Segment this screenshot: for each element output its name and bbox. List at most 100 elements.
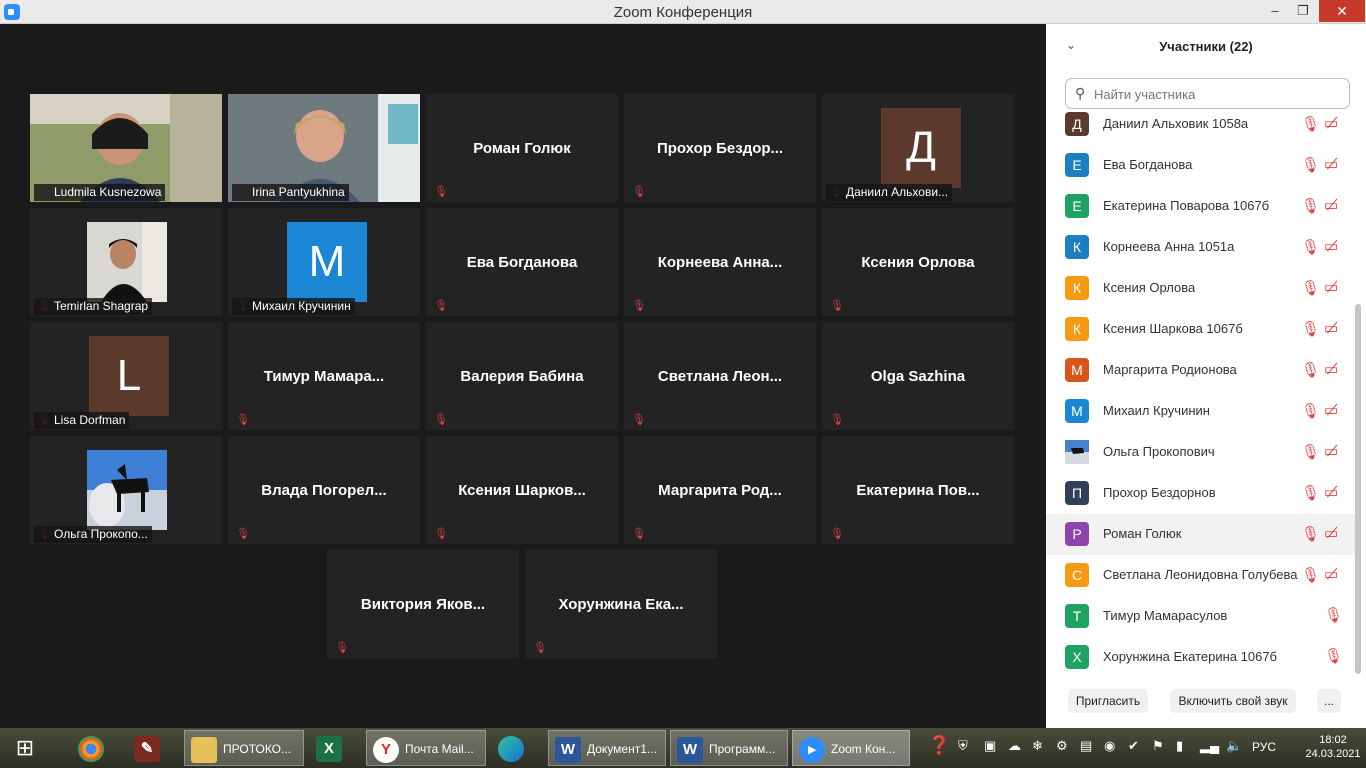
participant-name: Екатерина Поварова 1067б xyxy=(1103,198,1270,213)
video-tile[interactable]: Olga Sazhina 🎙 xyxy=(822,322,1014,430)
video-off-icon[interactable]: ▭̸ xyxy=(1324,196,1338,214)
vpn-icon[interactable]: ◉ xyxy=(1104,738,1115,754)
video-tile[interactable]: Тимур Мамара... 🎙 xyxy=(228,322,420,430)
volume-icon[interactable]: 🔈 xyxy=(1226,738,1242,754)
video-off-icon[interactable]: ▭̸ xyxy=(1324,319,1338,337)
video-off-icon[interactable]: ▭̸ xyxy=(1324,565,1338,583)
muted-mic-icon[interactable]: 🎙 xyxy=(1301,443,1320,461)
taskbar-item-label: Программ... xyxy=(709,742,776,756)
taskbar-item-zoom[interactable]: ▸ Zoom Кон... xyxy=(792,730,910,766)
video-off-icon[interactable]: ▭̸ xyxy=(1324,237,1338,255)
cloud-icon[interactable]: ☁ xyxy=(1008,738,1021,754)
muted-mic-icon[interactable]: 🎙 xyxy=(1301,566,1320,584)
participant-row[interactable]: Е Ева Богданова 🎙 ▭̸ xyxy=(1046,145,1356,186)
participant-row[interactable]: К Ксения Шаркова 1067б 🎙 ▭̸ xyxy=(1046,309,1356,350)
video-tile[interactable]: Ева Богданова 🎙 xyxy=(426,208,618,316)
edge-icon[interactable] xyxy=(492,730,542,766)
taskbar-clock[interactable]: 18:02 24.03.2021 xyxy=(1304,733,1362,761)
video-tile[interactable]: Ксения Орлова 🎙 xyxy=(822,208,1014,316)
close-button[interactable]: ✕ xyxy=(1319,0,1365,22)
zoom-tray-icon[interactable]: ▣ xyxy=(984,738,996,754)
muted-mic-icon[interactable]: 🎙 xyxy=(1301,484,1320,502)
video-off-icon[interactable]: ▭̸ xyxy=(1324,360,1338,378)
help-icon[interactable]: ❓ xyxy=(928,735,950,756)
taskbar-item-explorer[interactable]: ПРОТОКО... xyxy=(184,730,304,766)
muted-mic-icon[interactable]: 🎙 xyxy=(1301,115,1320,133)
minimize-button[interactable]: ‒ xyxy=(1262,0,1288,22)
video-tile[interactable]: 🎙 Irina Pantyukhina xyxy=(228,94,420,202)
participant-row[interactable]: К Ксения Орлова 🎙 ▭̸ xyxy=(1046,268,1356,309)
gear-icon[interactable]: ⚙ xyxy=(1056,738,1068,754)
video-off-icon[interactable]: ▭̸ xyxy=(1324,114,1338,132)
language-indicator[interactable]: РУС xyxy=(1252,740,1276,754)
check-icon[interactable]: ✔ xyxy=(1128,738,1139,754)
flag-icon[interactable]: ⚑ xyxy=(1152,738,1164,754)
muted-mic-icon[interactable]: 🎙 xyxy=(1301,197,1320,215)
participant-row[interactable]: М Михаил Кручинин 🎙 ▭̸ xyxy=(1046,391,1356,432)
video-tile[interactable]: Влада Погорел... 🎙 xyxy=(228,436,420,544)
video-tile[interactable]: L 🎙 Lisa Dorfman xyxy=(30,322,222,430)
video-tile[interactable]: M 🎙 Михаил Кручинин xyxy=(228,208,420,316)
muted-mic-icon[interactable]: 🎙 xyxy=(1324,606,1343,624)
video-tile[interactable]: Светлана Леон... 🎙 xyxy=(624,322,816,430)
unmute-button[interactable]: Включить свой звук xyxy=(1170,689,1296,713)
participant-row[interactable]: Т Тимур Мамарасулов 🎙 xyxy=(1046,596,1356,637)
muted-mic-icon[interactable]: 🎙 xyxy=(1301,525,1320,543)
video-off-icon[interactable]: ▭̸ xyxy=(1324,483,1338,501)
video-tile[interactable]: Валерия Бабина 🎙 xyxy=(426,322,618,430)
participant-row[interactable]: П Прохор Бездорнов 🎙 ▭̸ xyxy=(1046,473,1356,514)
muted-mic-icon[interactable]: 🎙 xyxy=(1301,238,1320,256)
video-tile[interactable]: Ксения Шарков... 🎙 xyxy=(426,436,618,544)
muted-mic-icon[interactable]: 🎙 xyxy=(1301,320,1320,338)
invite-button[interactable]: Пригласить xyxy=(1068,689,1148,713)
scrollbar[interactable] xyxy=(1355,304,1361,674)
shield-icon[interactable]: ⛨ xyxy=(958,738,968,754)
participant-row[interactable]: Е Екатерина Поварова 1067б 🎙 ▭̸ xyxy=(1046,186,1356,227)
video-off-icon[interactable]: ▭̸ xyxy=(1324,155,1338,173)
pen-app-icon[interactable]: ✎ xyxy=(128,730,174,766)
avatar: M xyxy=(287,222,367,302)
drive-icon[interactable]: ▤ xyxy=(1080,738,1092,754)
participant-row[interactable]: Ольга Прокопович 🎙 ▭̸ xyxy=(1046,432,1356,473)
participant-row[interactable]: Д Даниил Альховик 1058а 🎙 ▭̸ xyxy=(1046,110,1356,145)
muted-mic-icon[interactable]: 🎙 xyxy=(1301,156,1320,174)
video-tile[interactable]: Прохор Бездор... 🎙 xyxy=(624,94,816,202)
video-tile[interactable]: Корнеева Анна... 🎙 xyxy=(624,208,816,316)
muted-mic-icon[interactable]: 🎙 xyxy=(1301,279,1320,297)
taskbar-item-word-2[interactable]: W Программ... xyxy=(670,730,788,766)
taskbar-item-yandex[interactable]: Y Почта Mail... xyxy=(366,730,486,766)
muted-mic-icon[interactable]: 🎙 xyxy=(1324,647,1343,665)
video-off-icon[interactable]: ▭̸ xyxy=(1324,442,1338,460)
muted-mic-icon[interactable]: 🎙 xyxy=(1301,361,1320,379)
chrome-icon[interactable] xyxy=(72,730,118,766)
video-tile[interactable]: Маргарита Род... 🎙 xyxy=(624,436,816,544)
video-tile[interactable]: Ludmila Kusnezowa xyxy=(30,94,222,202)
more-button[interactable]: ... xyxy=(1317,689,1341,713)
muted-mic-icon[interactable]: 🎙 xyxy=(1301,402,1320,420)
video-tile[interactable]: Виктория Яков... 🎙 xyxy=(327,550,519,658)
battery-icon[interactable]: ▮ xyxy=(1176,738,1183,754)
video-tile[interactable]: Роман Голюк 🎙 xyxy=(426,94,618,202)
participant-row[interactable]: К Корнеева Анна 1051а 🎙 ▭̸ xyxy=(1046,227,1356,268)
participant-list: Д Даниил Альховик 1058а 🎙 ▭̸ Е Ева Богда… xyxy=(1046,110,1356,680)
taskbar: ⊞ ✎ ПРОТОКО... X Y Почта Mail... W Докумен… xyxy=(0,728,1366,768)
video-tile[interactable]: Д 🎙 Даниил Альхови... xyxy=(822,94,1014,202)
video-off-icon[interactable]: ▭̸ xyxy=(1324,524,1338,542)
participant-search-input[interactable]: ⚲ Найти участника xyxy=(1065,78,1350,109)
signal-icon[interactable]: ▂▄ xyxy=(1200,738,1219,754)
participant-row[interactable]: М Маргарита Родионова 🎙 ▭̸ xyxy=(1046,350,1356,391)
video-off-icon[interactable]: ▭̸ xyxy=(1324,401,1338,419)
snowflake-icon[interactable]: ❄ xyxy=(1032,738,1043,754)
participant-row[interactable]: Р Роман Голюк 🎙 ▭̸ xyxy=(1046,514,1356,555)
video-off-icon[interactable]: ▭̸ xyxy=(1324,278,1338,296)
video-tile[interactable]: 🎙 Ольга Прокопо... xyxy=(30,436,222,544)
taskbar-item-word-1[interactable]: W Документ1... xyxy=(548,730,666,766)
participant-row[interactable]: Х Хорунжина Екатерина 1067б 🎙 xyxy=(1046,637,1356,678)
video-tile[interactable]: Екатерина Пов... 🎙 xyxy=(822,436,1014,544)
video-tile[interactable]: Хорунжина Ека... 🎙 xyxy=(525,550,717,658)
participant-row[interactable]: С Светлана Леонидовна Голубева 🎙 ▭̸ xyxy=(1046,555,1356,596)
video-tile[interactable]: 🎙 Temirlan Shagrap xyxy=(30,208,222,316)
start-windows-icon[interactable]: ⊞ xyxy=(0,730,50,766)
excel-icon[interactable]: X xyxy=(310,730,360,766)
maximize-button[interactable]: ❐ xyxy=(1290,0,1316,22)
